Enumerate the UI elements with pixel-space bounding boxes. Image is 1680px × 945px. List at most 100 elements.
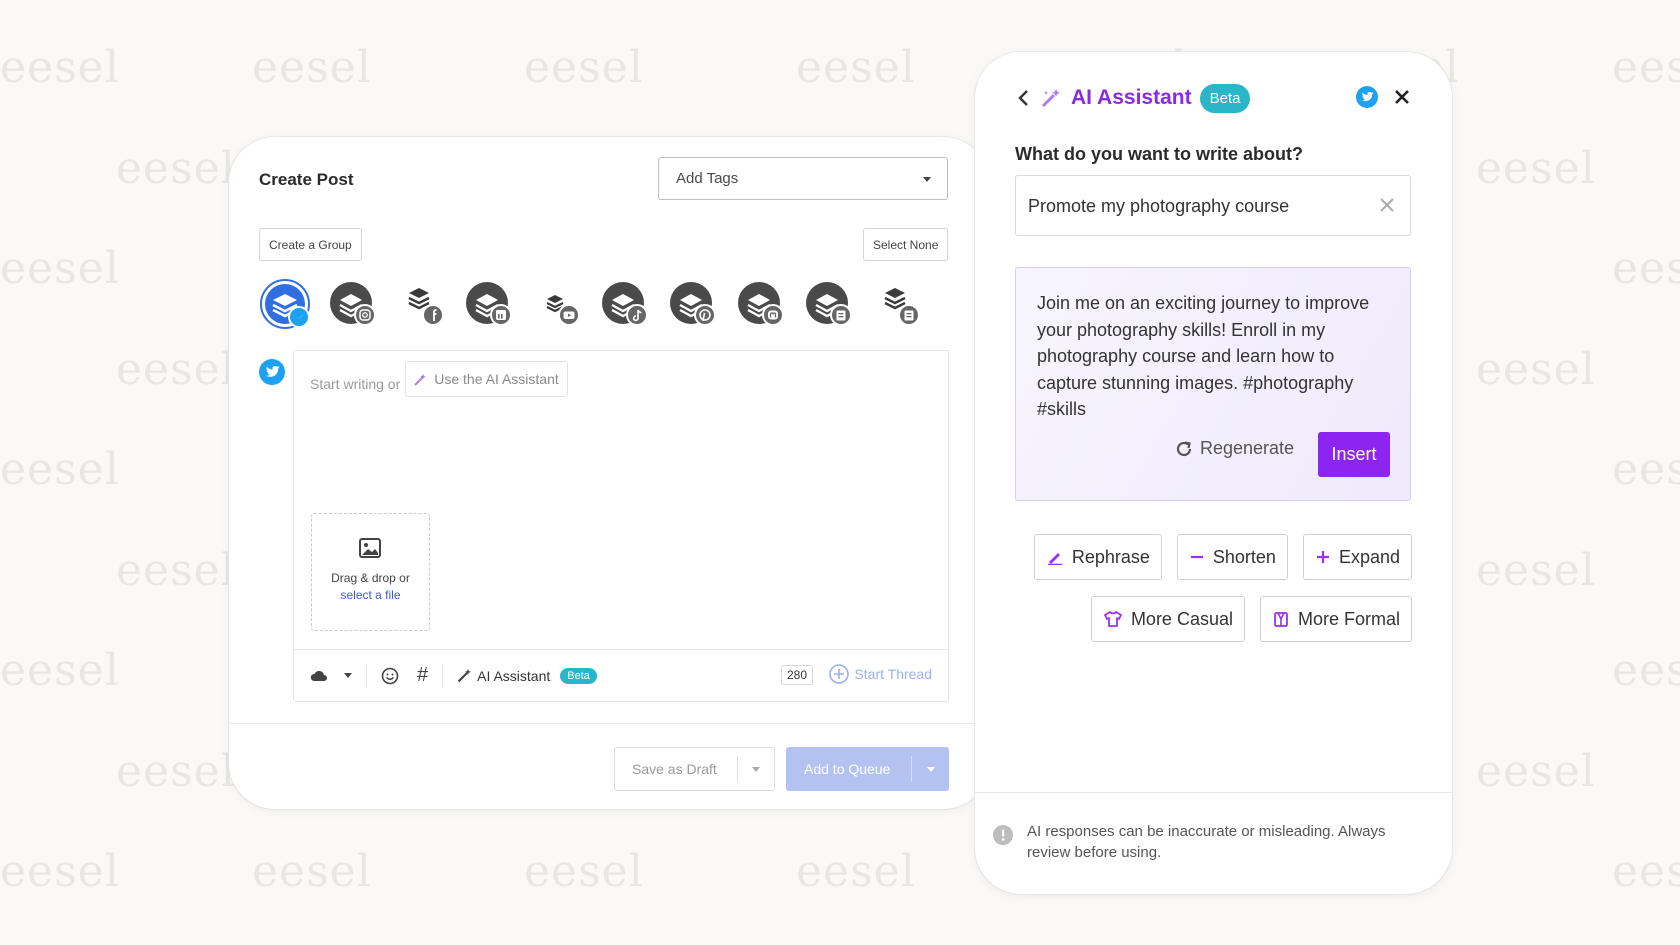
composer-placeholder: Start writing or Use the AI Assistant: [310, 361, 568, 397]
channel-google-business[interactable]: [803, 279, 871, 329]
watermark-text: eesel: [116, 746, 236, 797]
start-thread-label: Start Thread: [854, 666, 932, 682]
chevron-down-icon: [923, 177, 931, 182]
ai-rewrite-actions: Rephrase Shorten Expand More Casual More…: [1012, 534, 1412, 642]
start-thread-button[interactable]: Start Thread: [829, 664, 932, 684]
youtube-channel-icon: [546, 295, 580, 326]
ai-assistant-toolbar-button[interactable]: AI Assistant Beta: [457, 667, 597, 684]
more-casual-label: More Casual: [1130, 608, 1233, 629]
channel-twitter[interactable]: [259, 279, 327, 329]
post-composer[interactable]: Start writing or Use the AI Assistant Dr…: [293, 350, 949, 702]
watermark-text: eesel: [0, 846, 120, 897]
channel-pinterest[interactable]: [667, 279, 735, 329]
watermark-text: eesel: [116, 143, 236, 194]
channel-google-business-2[interactable]: [871, 279, 939, 329]
more-formal-button[interactable]: More Formal: [1259, 596, 1412, 642]
ai-disclaimer: AI responses can be inaccurate or mislea…: [1027, 823, 1386, 861]
watermark-text: eesel: [1476, 545, 1596, 596]
ai-panel-title: AI Assistant: [1071, 86, 1192, 109]
facebook-channel-icon: [408, 288, 444, 326]
ai-generated-result: Join me on an exciting journey to improv…: [1015, 267, 1411, 501]
insert-button[interactable]: Insert: [1318, 432, 1390, 477]
select-file-link[interactable]: select a file: [312, 587, 429, 604]
chevron-down-icon[interactable]: [738, 766, 774, 772]
watermark-text: eesel: [1612, 444, 1680, 495]
ai-assistant-panel: AI Assistant Beta What do you want to wr…: [975, 52, 1452, 894]
expand-button[interactable]: Expand: [1302, 534, 1412, 580]
watermark-text: eesel: [116, 344, 236, 395]
watermark-text: eesel: [1612, 243, 1680, 294]
chevron-down-icon[interactable]: [344, 673, 352, 678]
watermark-text: eesel: [0, 645, 120, 696]
ai-assistant-toolbar-label: AI Assistant: [477, 667, 551, 684]
channel-linkedin[interactable]: [463, 279, 531, 329]
pencil-icon: [1047, 553, 1062, 565]
expand-label: Expand: [1338, 546, 1400, 567]
regenerate-label: Regenerate: [1200, 438, 1295, 458]
media-dropzone[interactable]: Drag & drop or select a file: [311, 513, 430, 631]
plus-icon: [1316, 551, 1329, 563]
tiktok-channel-icon: [602, 282, 648, 326]
watermark-text: eesel: [0, 42, 120, 93]
channel-facebook[interactable]: [395, 279, 463, 329]
magic-wand-icon: [457, 669, 472, 683]
clear-input-icon[interactable]: [1378, 196, 1396, 214]
watermark-text: eesel: [1612, 846, 1680, 897]
rephrase-button[interactable]: Rephrase: [1033, 534, 1162, 580]
ai-panel-header: AI Assistant Beta: [1017, 80, 1410, 116]
watermark-text: eesel: [1476, 746, 1596, 797]
magic-wand-icon: [414, 373, 426, 386]
channel-instagram[interactable]: [327, 279, 395, 329]
watermark-text: eesel: [1612, 42, 1680, 93]
footer-divider: [229, 723, 989, 724]
toolbar-divider: [442, 664, 444, 687]
refresh-icon: [1176, 440, 1192, 456]
emoji-icon[interactable]: [381, 667, 399, 685]
watermark-text: eesel: [252, 846, 372, 897]
watermark-text: eesel: [524, 846, 644, 897]
add-to-queue-label: Add to Queue: [804, 761, 891, 777]
watermark-text: eesel: [116, 545, 236, 596]
create-group-button[interactable]: Create a Group: [259, 228, 362, 261]
dropzone-label: Drag & drop or: [331, 571, 410, 585]
channel-mastodon[interactable]: [735, 279, 803, 329]
more-formal-label: More Formal: [1297, 608, 1400, 629]
create-post-card: Create Post Add Tags Create a Group Sele…: [229, 137, 989, 809]
channel-youtube[interactable]: [531, 279, 599, 329]
t-shirt-icon: [1104, 611, 1122, 627]
more-casual-button[interactable]: More Casual: [1090, 596, 1245, 642]
character-counter: 280: [780, 665, 813, 685]
save-draft-button[interactable]: Save as Draft: [614, 747, 775, 791]
add-to-queue-button[interactable]: Add to Queue: [786, 747, 949, 791]
add-tags-select[interactable]: Add Tags: [658, 157, 948, 200]
beta-badge: Beta: [1199, 83, 1251, 113]
info-warning-icon: [993, 825, 1013, 845]
watermark-text: eesel: [0, 444, 120, 495]
watermark-text: eesel: [1612, 645, 1680, 696]
google-business-channel-icon: [806, 282, 852, 326]
channel-list: [259, 279, 939, 329]
channel-tiktok[interactable]: [599, 279, 667, 329]
magic-wand-icon: [1041, 89, 1060, 108]
chevron-down-icon[interactable]: [912, 766, 949, 772]
watermark-text: eesel: [1476, 143, 1596, 194]
add-tags-label: Add Tags: [676, 170, 739, 187]
watermark-text: eesel: [1476, 344, 1596, 395]
image-icon: [359, 538, 381, 558]
use-ai-assistant-label: Use the AI Assistant: [434, 371, 559, 387]
google-business-channel-icon: [884, 288, 920, 326]
back-chevron-icon[interactable]: [1017, 89, 1029, 107]
suit-icon: [1274, 612, 1288, 627]
use-ai-assistant-button[interactable]: Use the AI Assistant: [405, 361, 568, 397]
ai-topic-input[interactable]: Promote my photography course: [1015, 175, 1411, 236]
mastodon-channel-icon: [738, 282, 784, 326]
select-none-button[interactable]: Select None: [863, 228, 949, 261]
shorten-button[interactable]: Shorten: [1176, 534, 1288, 580]
hashtag-icon[interactable]: #: [417, 664, 428, 687]
twitter-icon: [1356, 86, 1378, 108]
close-icon[interactable]: [1394, 89, 1410, 105]
rephrase-label: Rephrase: [1071, 546, 1150, 567]
cloud-icon[interactable]: [310, 670, 328, 682]
ai-result-text: Join me on an exciting journey to improv…: [1037, 293, 1370, 419]
regenerate-button[interactable]: Regenerate: [1174, 438, 1294, 459]
